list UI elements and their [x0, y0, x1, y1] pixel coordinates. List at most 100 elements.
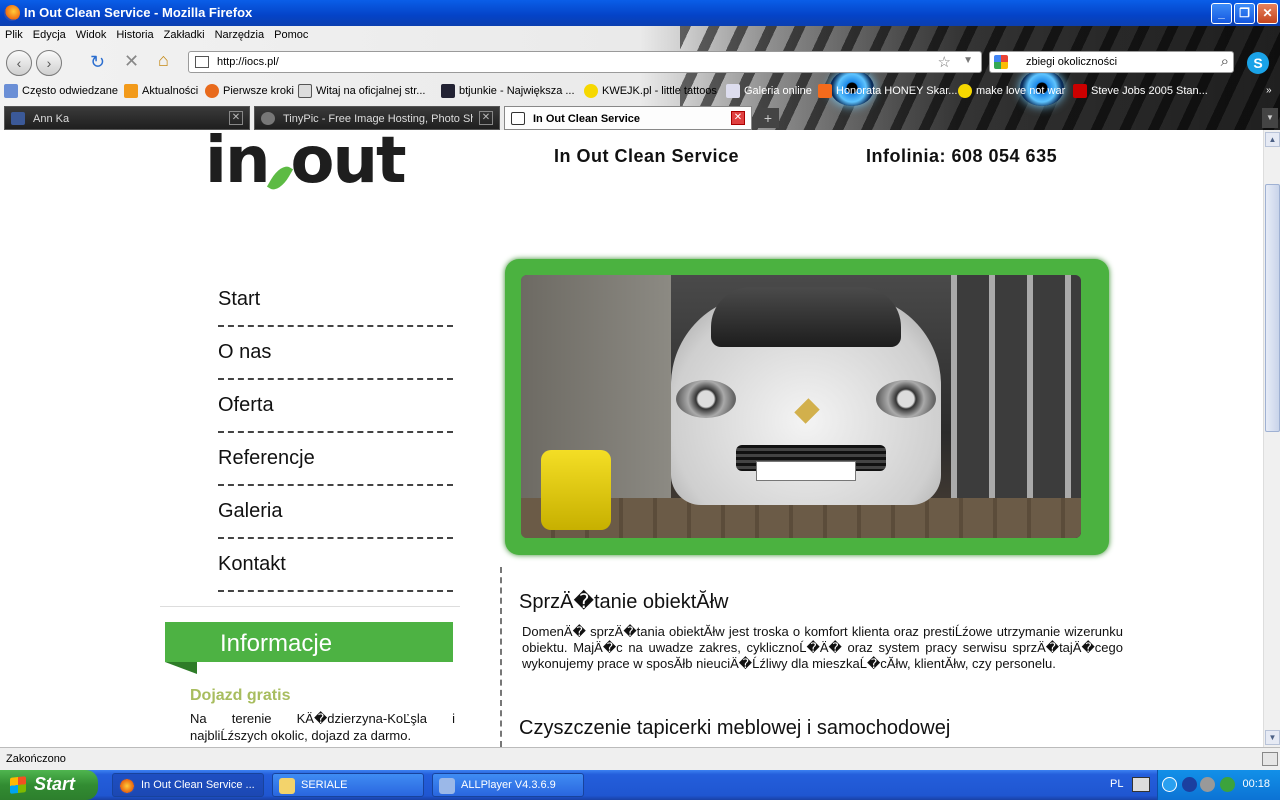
site-favicon-icon [511, 112, 525, 125]
page-icon [726, 84, 740, 98]
page-viewport: in out In Out Clean Service Infolinia: 60… [0, 130, 1263, 747]
bluetooth-icon[interactable] [1182, 777, 1197, 792]
bookmark-item[interactable]: KWEJK.pl - little tattoos [584, 84, 717, 98]
content-divider [500, 567, 502, 747]
new-tab-button[interactable]: + [757, 108, 779, 128]
bookmark-item[interactable]: Steve Jobs 2005 Stan... [1073, 84, 1208, 98]
language-indicator[interactable]: PL [1110, 778, 1123, 790]
section-body: DomenÄ� sprzÄ�tania obiektĂłw jest trosk… [522, 624, 1123, 671]
volume-icon[interactable] [1200, 777, 1215, 792]
menu-bar: Plik Edycja Widok Historia Zakładki Narz… [0, 27, 313, 45]
youtube-icon [1073, 84, 1087, 98]
menu-bookmarks[interactable]: Zakładki [159, 27, 210, 45]
info-banner-label: Informacje [220, 630, 333, 657]
keyboard-icon[interactable] [1132, 777, 1150, 792]
site-favicon-icon [195, 56, 209, 68]
site-logo[interactable]: in out [205, 130, 407, 198]
back-button[interactable]: ‹ [6, 50, 32, 76]
menu-view[interactable]: Widok [71, 27, 112, 45]
info-title: Dojazd gratis [190, 687, 291, 704]
page-icon [298, 84, 312, 98]
menu-help[interactable]: Pomoc [269, 27, 313, 45]
hotline-number: Infolinia: 608 054 635 [866, 146, 1058, 166]
status-text: Zakończono [6, 753, 66, 765]
search-query: zbiegi okoliczności [1026, 56, 1118, 68]
windows-flag-icon [10, 776, 26, 794]
taskbar-item-firefox[interactable]: In Out Clean Service ... [112, 773, 264, 797]
bookmark-item[interactable]: Często odwiedzane [4, 84, 118, 98]
home-icon[interactable]: ⌂ [158, 50, 169, 71]
nav-oferta[interactable]: Oferta [218, 392, 453, 445]
nav-start[interactable]: Start [218, 286, 453, 339]
bookmark-item[interactable]: Honorata HONEY Skar... [818, 84, 957, 98]
forward-button[interactable]: › [36, 50, 62, 76]
scroll-down-icon[interactable]: ▼ [1265, 730, 1280, 745]
firefox-icon [4, 5, 20, 21]
section-title: Czyszczenie tapicerki meblowej i samocho… [519, 717, 951, 739]
bookmark-item[interactable]: Pierwsze kroki [205, 84, 294, 98]
info-text: Na terenie KÄ�dzierzyna-KoĽşla i najbliĹ… [190, 711, 455, 743]
skype-icon[interactable]: S [1247, 52, 1269, 74]
taskbar-item-allplayer[interactable]: ALLPlayer V4.3.6.9 [432, 773, 584, 797]
menu-edit[interactable]: Edycja [28, 27, 71, 45]
network-icon[interactable] [1220, 777, 1235, 792]
tab-close-icon[interactable]: ✕ [731, 111, 745, 125]
menu-file[interactable]: Plik [0, 27, 28, 45]
minimize-button[interactable]: _ [1211, 3, 1232, 24]
url-bar[interactable]: http://iocs.pl/ ☆ ▼ [188, 51, 982, 73]
bookmark-folder-icon [4, 84, 18, 98]
tab-in-out-clean-service[interactable]: In Out Clean Service ✕ [504, 106, 752, 130]
bookmark-item[interactable]: make love not war [958, 84, 1065, 98]
rss-icon [124, 84, 138, 98]
status-bar: Zakończono [0, 747, 1280, 770]
bookmarks-overflow-icon[interactable]: » [1266, 85, 1272, 96]
bookmark-star-icon[interactable]: ☆ [938, 53, 951, 71]
bookmark-item[interactable]: Witaj na oficjalnej str... [298, 84, 425, 98]
nav-o-nas[interactable]: O nas [218, 339, 453, 392]
nav-galeria[interactable]: Galeria [218, 498, 453, 551]
start-button[interactable]: Start [0, 770, 98, 800]
reload-icon[interactable]: ↻ [90, 52, 105, 73]
tab-tinypic[interactable]: TinyPic - Free Image Hosting, Photo Sh..… [254, 106, 500, 130]
expand-tray-icon[interactable] [1162, 777, 1177, 792]
scroll-up-icon[interactable]: ▲ [1265, 132, 1280, 147]
clock[interactable]: 00:18 [1242, 778, 1270, 790]
tab-ann-ka[interactable]: Ann Ka ✕ [4, 106, 250, 130]
blogger-icon [818, 84, 832, 98]
google-engine-icon[interactable] [994, 55, 1008, 69]
firefox-icon [205, 84, 219, 98]
taskbar-item-seriale[interactable]: SERIALE [272, 773, 424, 797]
brand-name: In Out Clean Service [554, 146, 740, 166]
close-button[interactable]: ✕ [1257, 3, 1278, 24]
bookmark-item[interactable]: Aktualności [124, 84, 198, 98]
facebook-icon [11, 112, 25, 125]
side-navigation: Start O nas Oferta Referencje Galeria Ko… [218, 286, 453, 604]
tab-close-icon[interactable]: ✕ [229, 111, 243, 125]
bookmark-item[interactable]: btjunkie - Największa ... [441, 84, 575, 98]
sidebar-divider [160, 606, 460, 607]
maximize-button[interactable]: ❐ [1234, 3, 1255, 24]
tab-strip: Ann Ka ✕ TinyPic - Free Image Hosting, P… [0, 105, 1280, 130]
scroll-thumb[interactable] [1265, 184, 1280, 432]
tab-close-icon[interactable]: ✕ [479, 111, 493, 125]
page-icon [441, 84, 455, 98]
search-bar[interactable]: zbiegi okoliczności ⌕ [989, 51, 1234, 73]
folder-icon [279, 778, 295, 794]
window-title: In Out Clean Service - Mozilla Firefox [24, 5, 253, 20]
smiley-icon [958, 84, 972, 98]
stop-icon[interactable]: ✕ [124, 51, 139, 72]
menu-history[interactable]: Historia [111, 27, 158, 45]
all-tabs-button[interactable]: ▼ [1262, 108, 1278, 128]
banner-fold [165, 662, 197, 674]
vertical-scrollbar[interactable]: ▲ ▼ [1263, 130, 1280, 747]
info-banner: Informacje [165, 622, 453, 662]
bookmarks-toolbar: Często odwiedzane Aktualności Pierwsze k… [0, 81, 1280, 102]
nav-kontakt[interactable]: Kontakt [218, 551, 453, 604]
search-icon[interactable]: ⌕ [1221, 53, 1229, 70]
url-dropdown-icon[interactable]: ▼ [963, 55, 973, 66]
nav-referencje[interactable]: Referencje [218, 445, 453, 498]
status-addon-icon[interactable] [1262, 752, 1278, 766]
bookmark-item[interactable]: Galeria online [726, 84, 812, 98]
menu-tools[interactable]: Narzędzia [210, 27, 270, 45]
system-tray: 00:18 [1157, 770, 1280, 800]
